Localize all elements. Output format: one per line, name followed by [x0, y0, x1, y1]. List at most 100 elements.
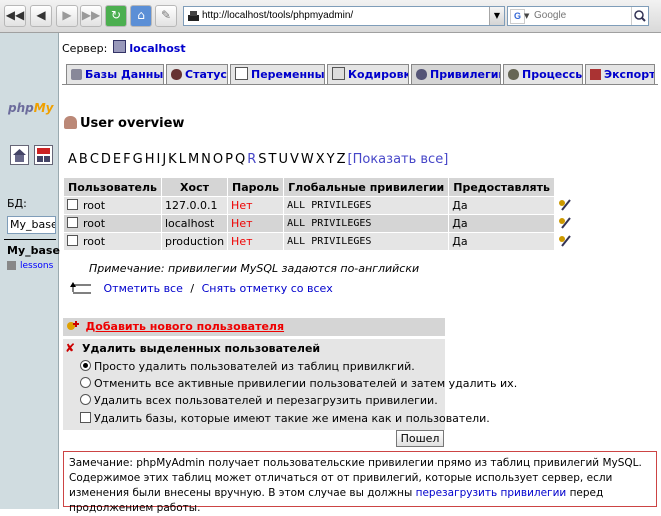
server-icon: [112, 40, 126, 53]
go-button[interactable]: Пошел: [396, 430, 444, 447]
delete-user-icon: ✘: [65, 341, 76, 355]
google-icon[interactable]: G: [510, 9, 525, 24]
search-input[interactable]: [534, 8, 629, 22]
alpha-link: K: [168, 152, 177, 167]
radio-revoke-and-delete[interactable]: [80, 377, 91, 388]
password-cell: Нет: [228, 233, 284, 250]
user-name: root: [83, 199, 106, 212]
tab-label: Кодировки: [348, 68, 408, 81]
processes-icon: [508, 69, 519, 80]
alpha-link: F: [123, 152, 131, 167]
server-host-link[interactable]: localhost: [129, 42, 185, 55]
col-header-password: Пароль: [228, 178, 284, 196]
delete-option-3[interactable]: Удалить всех пользователей и перезагрузи…: [80, 394, 438, 407]
alpha-link: X: [315, 152, 325, 167]
col-header-user: Пользователь: [64, 178, 161, 196]
delete-option-4[interactable]: Удалить базы, которые имеют такие же име…: [80, 412, 490, 425]
alpha-link: B: [78, 152, 88, 167]
row-checkbox[interactable]: [67, 199, 78, 210]
alpha-link: V: [290, 152, 299, 167]
back-button[interactable]: ◀: [30, 5, 52, 27]
option-label: Просто удалить пользователей из таблиц п…: [94, 360, 415, 373]
option-label: Удалить всех пользователей и перезагрузи…: [94, 394, 438, 407]
alpha-link: L: [178, 152, 186, 167]
arrow-up-left-icon: [70, 282, 91, 294]
url-dropdown-icon[interactable]: ▼: [489, 7, 504, 25]
phpmyadmin-logo[interactable]: phpMy: [8, 101, 54, 115]
tab-label: Статус: [185, 68, 227, 81]
db-label: БД:: [7, 197, 27, 210]
check-all-link[interactable]: Отметить все: [104, 282, 183, 295]
edit-privileges-icon[interactable]: [558, 216, 571, 229]
sql-query-icon[interactable]: [33, 145, 53, 165]
tab-export[interactable]: Экспорт: [585, 64, 655, 84]
nav-icons: [10, 145, 54, 165]
home-button[interactable]: ⌂: [130, 5, 152, 27]
rewind-icon[interactable]: ◀◀: [4, 5, 26, 27]
action-cell: [554, 197, 577, 214]
page-title: User overview: [64, 116, 184, 131]
search-icon[interactable]: [631, 7, 648, 25]
tab-charsets[interactable]: Кодировки: [327, 64, 409, 84]
search-bar[interactable]: G ▼: [507, 6, 649, 26]
host-cell: localhost: [161, 215, 228, 232]
delete-title-text: Удалить выделенных пользователей: [82, 342, 321, 355]
alpha-link: T: [268, 152, 277, 167]
option-label: Отменить все активные привилегии пользов…: [94, 377, 518, 390]
drop-databases-checkbox[interactable]: [80, 412, 91, 423]
left-navigation: phpMy БД: My_base My_base lessons: [0, 33, 60, 509]
table-item-label: lessons: [20, 261, 54, 271]
alpha-link: U: [278, 152, 288, 167]
privileges-note: Примечание: привилегии MySQL задаются по…: [89, 262, 420, 275]
alphabet-filter: A B C D E F G H I J K L M N O P Q R S T U V W X Y Z [Показать все]: [68, 152, 450, 167]
grant-cell: Да: [449, 233, 554, 250]
edit-privileges-icon[interactable]: [558, 198, 571, 211]
forward-button[interactable]: ▶: [56, 5, 78, 27]
radio-delete-only[interactable]: [80, 360, 91, 371]
row-checkbox[interactable]: [67, 235, 78, 246]
tab-status[interactable]: Статус: [166, 64, 228, 84]
alpha-link-r[interactable]: R: [247, 152, 256, 167]
nav-divider: [4, 239, 56, 240]
alpha-link: W: [300, 152, 314, 167]
privileges-icon: [416, 69, 427, 80]
edit-icon[interactable]: ✎: [155, 5, 177, 27]
url-input[interactable]: [202, 8, 482, 22]
privileges-cell: ALL PRIVILEGES: [284, 215, 449, 232]
status-icon: [171, 69, 182, 80]
reload-privileges-link[interactable]: перезагрузить привилегии: [416, 487, 567, 499]
delete-option-2[interactable]: Отменить все активные привилегии пользов…: [80, 377, 517, 390]
col-header-privileges: Глобальные привилегии: [284, 178, 449, 196]
col-header-grant: Предоставлять: [449, 178, 554, 196]
current-database[interactable]: My_base: [7, 244, 60, 257]
tab-label: Базы Данных: [85, 68, 164, 81]
database-select[interactable]: My_base: [7, 216, 56, 234]
fastforward-icon[interactable]: ▶▶: [80, 5, 102, 27]
grant-cell: Да: [449, 197, 554, 214]
edit-privileges-icon[interactable]: [558, 234, 571, 247]
add-user-link[interactable]: Добавить нового пользователя: [86, 320, 285, 333]
row-checkbox[interactable]: [67, 217, 78, 228]
variables-icon: [235, 67, 248, 80]
user-cell: root: [64, 197, 161, 214]
server-label: Сервер:: [62, 42, 108, 55]
reload-button[interactable]: ↻: [105, 5, 127, 27]
table-item-lessons[interactable]: lessons: [7, 261, 53, 271]
check-all-controls: Отметить все / Снять отметку со всех: [70, 282, 333, 295]
charsets-icon: [332, 67, 345, 80]
user-name: root: [83, 217, 106, 230]
delete-option-1[interactable]: Просто удалить пользователей из таблиц п…: [80, 360, 415, 373]
tab-privileges[interactable]: Привилегии: [411, 64, 501, 84]
uncheck-all-link[interactable]: Снять отметку со всех: [202, 282, 333, 295]
col-header-action: [554, 178, 577, 196]
show-all-link[interactable]: [Показать все]: [348, 152, 449, 167]
search-engine-dropdown-icon[interactable]: ▼: [524, 12, 529, 20]
radio-delete-and-reload[interactable]: [80, 394, 91, 405]
home-icon[interactable]: [10, 145, 29, 165]
address-bar[interactable]: ▼: [183, 6, 505, 26]
tab-variables[interactable]: Переменные: [230, 64, 325, 84]
user-icon: [64, 116, 77, 129]
tab-processes[interactable]: Процессы: [503, 64, 583, 84]
host-cell: production: [161, 233, 228, 250]
tab-databases[interactable]: Базы Данных: [66, 64, 164, 84]
